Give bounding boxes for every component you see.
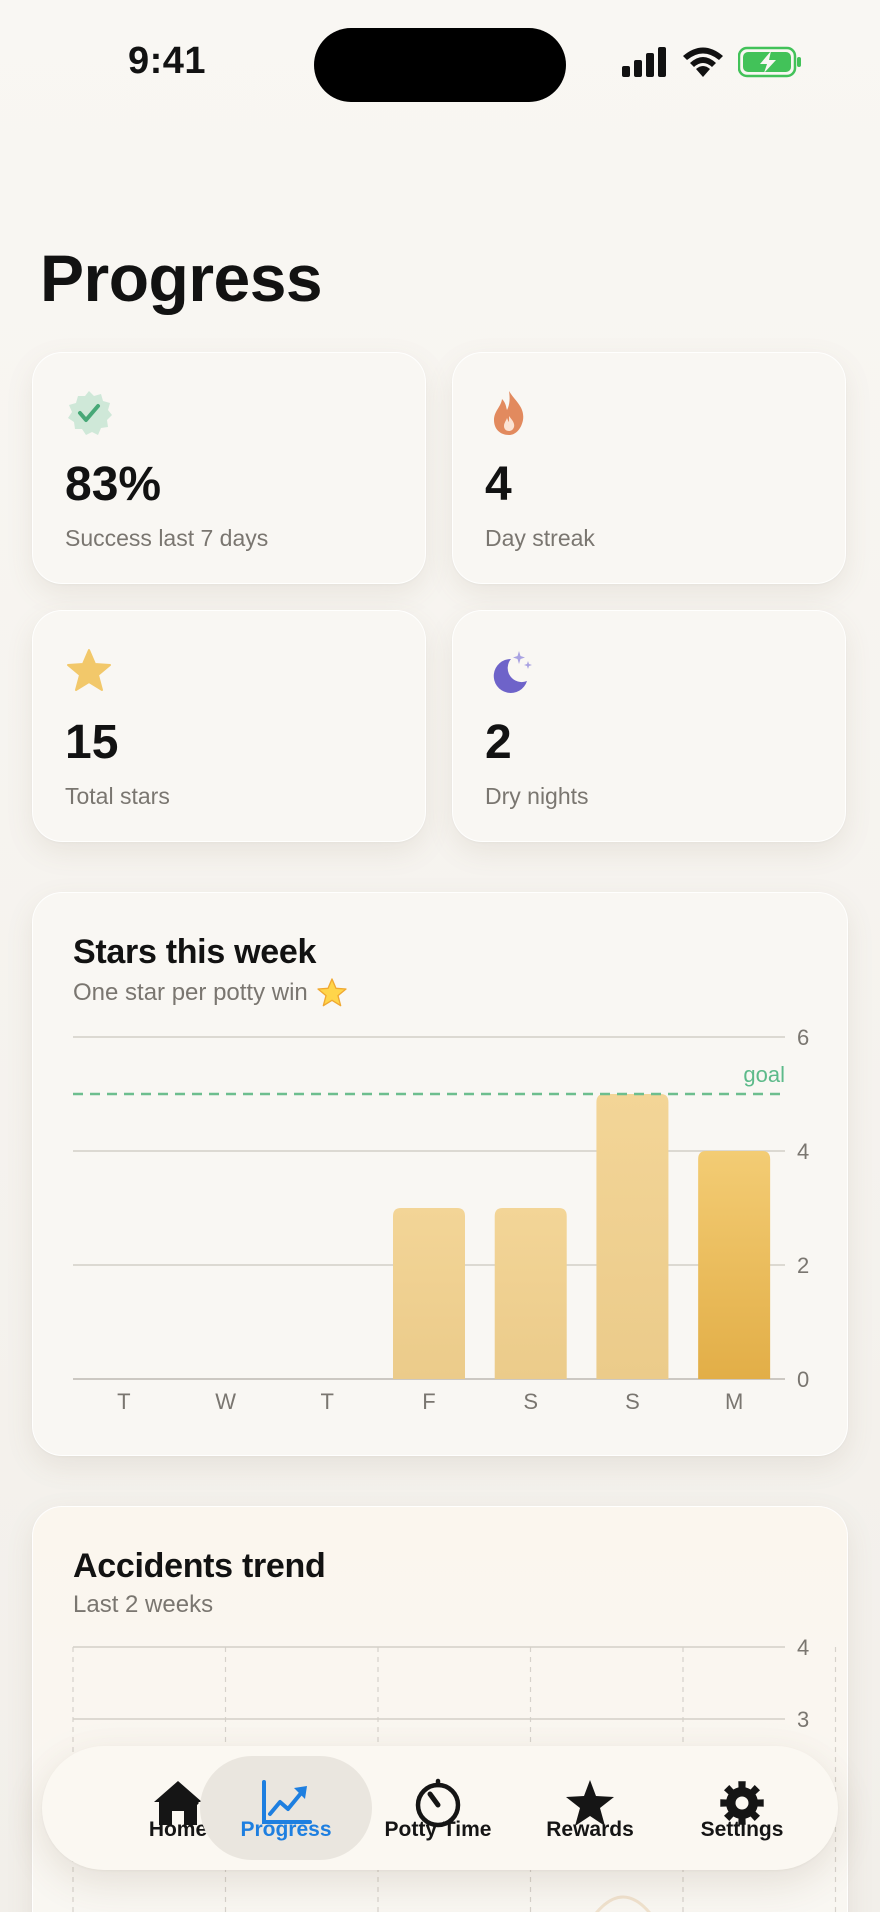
bar — [393, 1208, 465, 1379]
y-tick-label: 0 — [797, 1367, 809, 1392]
x-tick-label: T — [117, 1389, 130, 1414]
stat-card-dry-nights[interactable]: 2 Dry nights — [452, 610, 846, 842]
tab-progress[interactable]: Progress — [200, 1756, 372, 1860]
cellular-signal-icon — [622, 47, 666, 77]
x-tick-label: F — [422, 1389, 435, 1414]
house-icon — [154, 1781, 202, 1825]
tab-rewards[interactable]: Rewards — [504, 1756, 676, 1860]
stat-label: Dry nights — [485, 783, 589, 809]
y-tick-label: 6 — [797, 1025, 809, 1050]
moon-stars-icon — [493, 651, 532, 693]
x-tick-label: T — [321, 1389, 334, 1414]
tab-bar: Home Progress Potty Time Rewards Setting… — [42, 1746, 838, 1870]
bar — [596, 1094, 669, 1379]
y-tick-label: 2 — [797, 1253, 809, 1278]
stars-bar-chart: goal 0 2 4 6 T W T F S S M — [73, 1025, 809, 1414]
stat-card-success[interactable]: 83% Success last 7 days — [32, 352, 426, 584]
tab-potty-time[interactable]: Potty Time — [352, 1756, 524, 1860]
status-time: 9:41 — [128, 40, 207, 82]
x-tick-label: S — [523, 1389, 538, 1414]
star-icon — [566, 1780, 614, 1826]
gear-icon — [720, 1781, 764, 1825]
flame-icon — [494, 391, 524, 435]
wifi-icon — [683, 47, 723, 77]
battery-charging-icon — [738, 46, 801, 78]
status-icons — [622, 46, 802, 78]
bar — [494, 1208, 567, 1379]
stat-card-stars[interactable]: 15 Total stars — [32, 610, 426, 842]
gear-hole — [735, 1796, 749, 1810]
y-tick-label: 4 — [797, 1139, 809, 1164]
bar — [698, 1151, 771, 1379]
x-tick-label: M — [725, 1389, 743, 1414]
stars-chart-card: Stars this week One star per potty win g… — [32, 892, 848, 1456]
stat-label: Success last 7 days — [65, 525, 269, 551]
trend-line-fragment — [595, 1895, 651, 1912]
x-tick-label: W — [215, 1389, 236, 1414]
page-title: Progress — [40, 241, 323, 315]
goal-label: goal — [743, 1062, 785, 1087]
dynamic-island — [314, 28, 566, 102]
stat-label: Day streak — [485, 525, 595, 551]
stat-card-streak[interactable]: 4 Day streak — [452, 352, 846, 584]
chart-trend-icon — [262, 1780, 312, 1824]
stat-label: Total stars — [65, 783, 170, 809]
stat-value: 2 — [485, 716, 512, 769]
x-tick-label: S — [625, 1389, 640, 1414]
y-tick-label: 4 — [797, 1635, 809, 1660]
badge-check-icon — [68, 391, 112, 435]
timer-icon — [415, 1778, 461, 1828]
tab-settings[interactable]: Settings — [656, 1756, 828, 1860]
stat-value: 4 — [485, 458, 512, 511]
star-icon — [67, 649, 111, 691]
stat-value: 83% — [65, 458, 162, 511]
stat-value: 15 — [65, 716, 119, 769]
progress-screen: 9:41 Progress 83% Success last 7 days 4 … — [0, 0, 880, 1912]
y-tick-label: 3 — [797, 1707, 809, 1732]
